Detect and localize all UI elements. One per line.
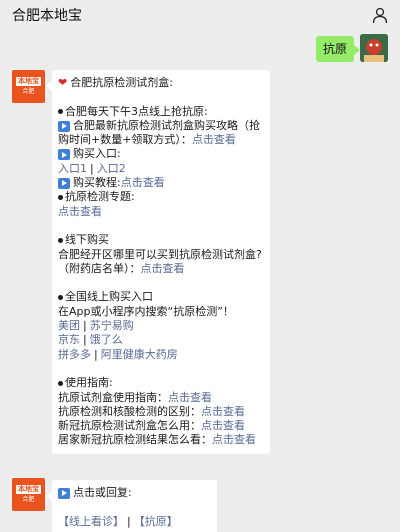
- guide-item: 居家新冠抗原检测结果怎么看： 点击查看: [58, 433, 256, 447]
- online-heading: 全国线上购买入口: [65, 290, 153, 304]
- chat-title: 合肥本地宝: [12, 8, 82, 24]
- shop-link-jd[interactable]: 京东: [58, 333, 80, 347]
- shop-row: 京东 | 饿了么: [58, 333, 123, 347]
- online-description: 在App或小程序内搜索“抗原检测”！: [58, 304, 234, 318]
- shop-link-suning[interactable]: 苏宁易购: [90, 319, 134, 333]
- user-message-text: 抗原: [322, 42, 347, 56]
- guide-text-line1: 合肥最新抗原检测试剂盒购买攻略（抢: [73, 118, 260, 132]
- bullet-icon: [58, 295, 63, 301]
- bot-brand: 本地宝: [16, 77, 41, 86]
- guide-item-link[interactable]: 点击查看: [212, 433, 256, 447]
- bullet-icon: [58, 195, 63, 201]
- bullet-icon: [58, 380, 63, 386]
- tutorial-label: 购买教程:: [73, 176, 121, 190]
- bot-city: 合肥: [22, 88, 35, 95]
- shop-link-alihealth[interactable]: 阿里健康大药房: [101, 348, 178, 362]
- shop-row: 美团 | 苏宁易购: [58, 319, 134, 333]
- topic-link[interactable]: 点击查看: [58, 205, 102, 219]
- entry-2-link[interactable]: 入口2: [97, 162, 126, 176]
- guide-item-link[interactable]: 点击查看: [168, 391, 212, 405]
- guide-link[interactable]: 点击查看: [192, 133, 236, 147]
- shop-link-meituan[interactable]: 美团: [58, 319, 80, 333]
- section-heading-rush: 合肥每天下午3点线上抢抗原:: [65, 104, 208, 118]
- reply-prompt: 点击或回复:: [73, 486, 132, 499]
- heart-icon: ❤: [58, 76, 68, 89]
- guide-item: 抗原试剂盒使用指南： 点击查看: [58, 390, 212, 405]
- offline-question-note: （附药店名单）：: [58, 261, 141, 275]
- bullet-icon: [58, 109, 63, 115]
- play-icon: [58, 120, 70, 132]
- person-icon[interactable]: [370, 5, 390, 25]
- guide-item-link[interactable]: 点击查看: [201, 419, 245, 433]
- antigen-link[interactable]: 【抗原】: [134, 515, 178, 529]
- play-icon: [58, 149, 70, 161]
- bullet-icon: [58, 237, 63, 243]
- guide-heading: 使用指南:: [65, 376, 113, 390]
- play-icon: [58, 487, 70, 499]
- user-message-bubble: 抗原: [315, 36, 361, 62]
- guide-item-link[interactable]: 点击查看: [201, 405, 245, 419]
- guide-item: 抗原检测和核酸检测的区别： 点击查看: [58, 404, 245, 419]
- offline-heading: 线下购买: [65, 233, 109, 247]
- message-title-line: ❤ 合肥抗原检测试剂盒:: [58, 76, 262, 90]
- online-consult-link[interactable]: 【线上看诊】: [58, 515, 124, 529]
- bot-message-bubble: 点击或回复: 【线上看诊】 | 【抗原】: [46, 480, 217, 532]
- guide-text-line2: 购时间+数量+领取方式）：: [58, 133, 192, 147]
- buy-entry-label: 购买入口:: [73, 147, 121, 161]
- shop-row: 拼多多 | 阿里健康大药房: [58, 347, 178, 362]
- tutorial-link[interactable]: 点击查看: [121, 176, 165, 190]
- shop-link-pinduoduo[interactable]: 拼多多: [58, 348, 91, 362]
- shop-link-eleme[interactable]: 饿了么: [90, 333, 123, 347]
- offline-question: 合肥经开区哪里可以买到抗原检测试剂盒?: [58, 247, 262, 261]
- topic-heading: 抗原检测专题:: [65, 190, 135, 204]
- guide-item: 新冠抗原检测试剂盒怎么用： 点击查看: [58, 419, 245, 433]
- bot-avatar[interactable]: 本地宝 合肥: [12, 70, 45, 103]
- entry-1-link[interactable]: 入口1: [58, 162, 87, 176]
- bot-avatar[interactable]: 本地宝 合肥: [12, 478, 45, 511]
- message-title: 合肥抗原检测试剂盒:: [70, 76, 173, 89]
- play-icon: [58, 177, 70, 189]
- chat-header: 合肥本地宝: [0, 0, 400, 30]
- bot-message-bubble: ❤ 合肥抗原检测试剂盒: 合肥每天下午3点线上抢抗原: 合肥最新抗原检测试剂盒购…: [46, 70, 270, 454]
- offline-link[interactable]: 点击查看: [141, 262, 185, 276]
- user-avatar[interactable]: [360, 34, 388, 62]
- entry-separator: |: [90, 161, 94, 175]
